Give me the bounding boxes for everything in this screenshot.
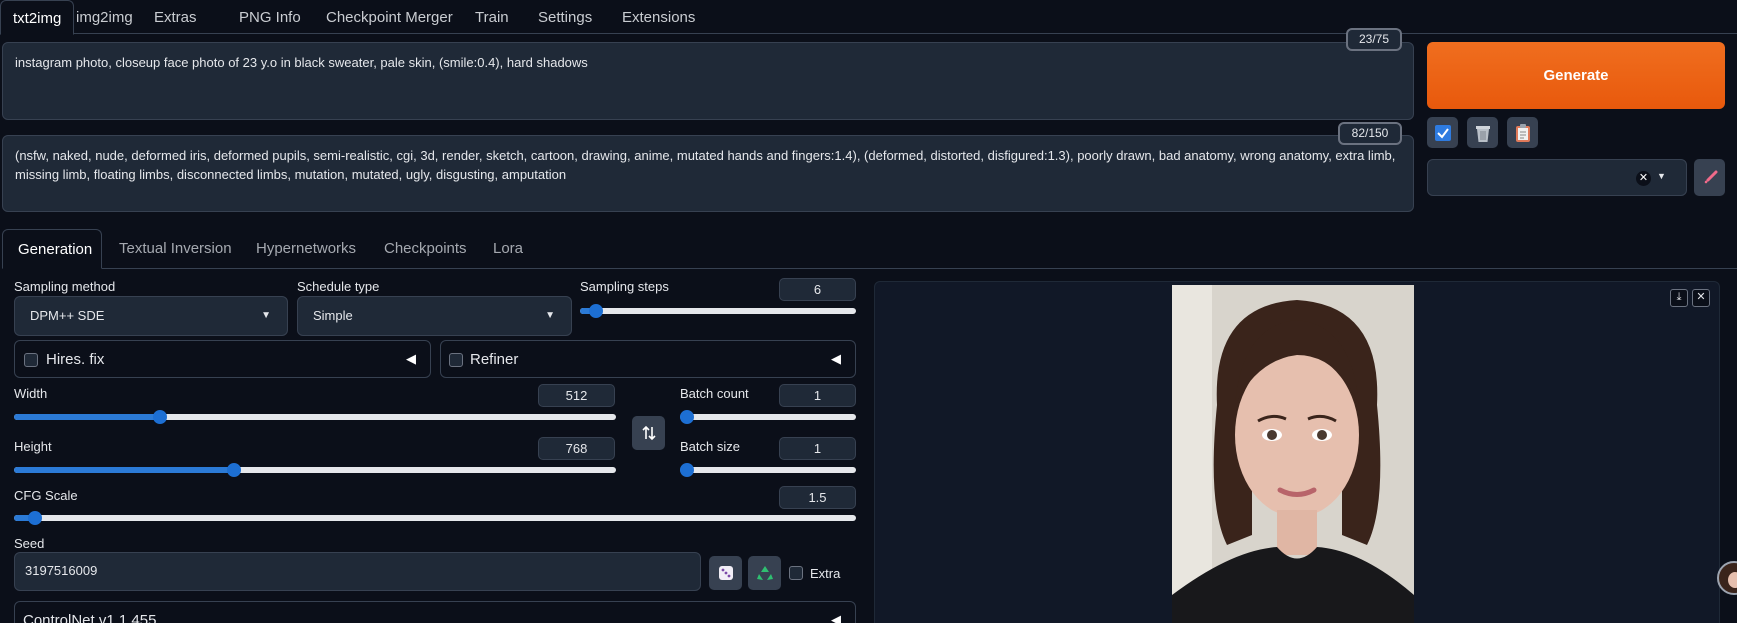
tab-checkpoints[interactable]: Checkpoints [369,229,482,269]
batch-count-slider[interactable] [680,410,856,424]
collapse-triangle-icon: ◀ [406,351,416,366]
collapse-triangle-icon: ◀ [831,351,841,366]
tab-checkpoint-merger[interactable]: Checkpoint Merger [314,0,465,34]
slider-thumb[interactable] [227,463,241,477]
refiner-checkbox[interactable] [449,353,463,367]
sampling-method-select[interactable]: DPM++ SDE ▼ [14,296,288,336]
width-slider[interactable] [14,410,616,424]
height-input[interactable]: 768 [538,437,615,460]
sampling-steps-slider[interactable] [580,304,856,318]
checkbox-icon [1434,124,1451,141]
controlnet-label: ControlNet v1.1.455 [23,612,157,623]
generated-image[interactable] [1172,285,1414,623]
batch-count-label: Batch count [680,386,749,401]
slider-thumb[interactable] [153,410,167,424]
prompt-token-counter: 23/75 [1346,28,1402,51]
height-slider[interactable] [14,463,616,477]
sampling-method-value: DPM++ SDE [30,308,105,323]
apply-styles-button[interactable] [1427,117,1458,148]
batch-size-slider[interactable] [680,463,856,477]
collapse-triangle-icon: ◀ [831,612,841,623]
refiner-label: Refiner [470,351,519,368]
tab-divider [102,268,1737,269]
seed-label: Seed [14,536,45,551]
close-icon[interactable]: ✕ [1692,289,1710,307]
tab-generation[interactable]: Generation [2,229,102,269]
styles-dropdown[interactable]: ✕ ▼ [1427,159,1687,196]
clipboard-icon [1515,123,1530,142]
slider-thumb[interactable] [589,304,603,318]
negative-prompt-input[interactable]: (nsfw, naked, nude, deformed iris, defor… [2,135,1414,212]
sampling-method-label: Sampling method [14,279,116,294]
seed-extra-checkbox[interactable] [789,566,803,580]
refiner-accordion[interactable]: Refiner ◀ [440,340,856,378]
prompt-text: instagram photo, closeup face photo of 2… [15,55,588,70]
batch-size-label: Batch size [680,439,740,454]
trash-icon [1475,125,1490,142]
tab-textual-inversion[interactable]: Textual Inversion [104,229,247,269]
batch-size-input[interactable]: 1 [779,437,856,460]
schedule-type-value: Simple [313,308,353,323]
slider-thumb[interactable] [680,410,694,424]
width-input[interactable]: 512 [538,384,615,407]
recycle-icon [756,566,773,580]
batch-count-input[interactable]: 1 [779,384,856,407]
hires-fix-checkbox[interactable] [24,353,38,367]
clear-icon[interactable]: ✕ [1636,171,1651,186]
edit-styles-button[interactable] [1694,159,1725,196]
prompt-input[interactable]: instagram photo, closeup face photo of 2… [2,42,1414,120]
main-tab-bar: txt2img img2img Extras PNG Info Checkpoi… [0,0,1737,35]
sampling-steps-label: Sampling steps [580,279,669,294]
reuse-seed-button[interactable] [748,556,781,590]
cfg-scale-label: CFG Scale [14,488,78,503]
slider-thumb[interactable] [680,463,694,477]
portrait-image [1172,285,1414,623]
seed-input[interactable]: 3197516009 [14,552,701,591]
schedule-type-select[interactable]: Simple ▼ [297,296,572,336]
paste-params-button[interactable] [1507,117,1538,148]
hires-fix-label: Hires. fix [46,351,105,368]
random-seed-button[interactable] [709,556,742,590]
tab-png-info[interactable]: PNG Info [227,0,313,34]
generate-button[interactable]: Generate [1427,42,1725,109]
schedule-type-label: Schedule type [297,279,380,294]
clear-prompt-button[interactable] [1467,117,1498,148]
negative-prompt-text: (nsfw, naked, nude, deformed iris, defor… [15,148,1396,182]
tab-train[interactable]: Train [463,0,521,34]
download-icon[interactable]: ⤓ [1670,289,1688,307]
tab-extensions[interactable]: Extensions [610,0,707,34]
chevron-down-icon: ▼ [1657,171,1666,181]
tab-settings[interactable]: Settings [526,0,604,34]
tab-lora[interactable]: Lora [478,229,538,269]
seed-extra-label: Extra [810,566,841,581]
cfg-scale-input[interactable]: 1.5 [779,486,856,509]
paintbrush-icon [1704,170,1717,183]
sampling-steps-input[interactable]: 6 [779,278,856,301]
swap-dimensions-button[interactable] [632,416,665,450]
swap-arrows-icon [641,425,656,441]
dice-icon [718,566,733,580]
cfg-scale-slider[interactable] [14,511,856,525]
slider-thumb[interactable] [28,511,42,525]
hires-fix-accordion[interactable]: Hires. fix ◀ [14,340,431,378]
chevron-down-icon: ▼ [261,310,271,321]
controlnet-accordion[interactable]: ControlNet v1.1.455 ◀ [14,601,856,623]
tab-extras[interactable]: Extras [142,0,209,34]
avatar[interactable] [1717,561,1737,595]
chevron-down-icon: ▼ [545,310,555,321]
seed-value: 3197516009 [25,563,98,578]
negative-prompt-token-counter: 82/150 [1338,122,1402,145]
tab-hypernetworks[interactable]: Hypernetworks [241,229,371,269]
height-label: Height [14,439,52,454]
tab-img2img[interactable]: img2img [64,0,145,34]
output-gallery: ⤓ ✕ [874,281,1720,623]
width-label: Width [14,386,48,401]
